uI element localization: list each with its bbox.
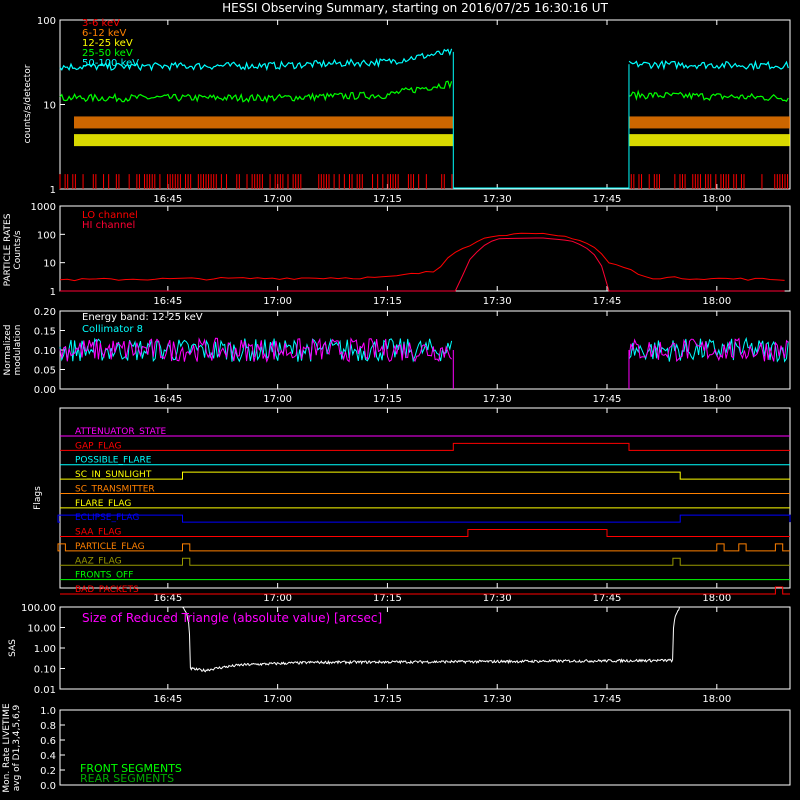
y-axis-label: Mon. Rate LIVETIME (2, 703, 12, 793)
flag-line (60, 529, 790, 538)
counts-12-25-band (74, 134, 454, 147)
flag-line (60, 471, 790, 480)
counts-12-25-band (628, 134, 790, 147)
x-tick-label: 17:00 (263, 694, 292, 705)
y-tick-label: 1.00 (34, 644, 56, 655)
flag-label: SAA_FLAG (75, 528, 121, 538)
y-axis-label: Flags (33, 486, 43, 510)
y-tick-label: 0.20 (34, 307, 56, 318)
y-tick-label: 10 (43, 101, 56, 112)
counts-6-12-band (628, 116, 790, 129)
flag-label: ATTENUATOR_STATE (75, 427, 167, 437)
y-axis-label: SAS (8, 639, 18, 657)
series-line (59, 80, 789, 104)
hessi-summary-plot: 16:45 17:00 17:15 17:30 17:45 18:00 1 10 100 coun… (0, 0, 800, 800)
x-tick-label: 17:30 (483, 694, 512, 705)
flag-label: ECLIPSE_FLAG (75, 513, 139, 523)
legend-entry: 50-100 keV (82, 58, 139, 69)
flag-line (57, 514, 791, 523)
y-tick-label: 0.10 (34, 665, 56, 676)
x-tick-label: 17:45 (593, 593, 622, 604)
flag-line (60, 442, 790, 451)
flag-label: GAP_FLAG (75, 441, 121, 451)
x-tick-label: 18:00 (702, 593, 731, 604)
y-tick-label: 0.05 (34, 366, 56, 377)
flag-label: PARTICLE_FLAG (75, 542, 145, 552)
flag-label: AAZ_FLAG (75, 556, 122, 566)
counts-6-12-band (74, 116, 454, 129)
flag-label: FRONTS_OFF (75, 571, 133, 581)
y-tick-label: 0.6 (40, 736, 56, 747)
x-tick-label: 17:00 (263, 394, 292, 405)
y-axis-label: PARTICLE RATES (3, 213, 13, 286)
y-tick-label: 10.00 (27, 624, 56, 635)
counts-panel-frame (59, 19, 791, 190)
x-tick-label: 17:15 (373, 194, 402, 205)
x-tick-label: 17:15 (373, 593, 402, 604)
y-axis-label: Counts/s (13, 230, 23, 269)
x-tick-label: 18:00 (702, 694, 731, 705)
x-tick-label: 17:30 (483, 194, 512, 205)
y-tick-label: 0.10 (34, 346, 56, 357)
x-tick-label: 17:45 (593, 394, 622, 405)
x-tick-label: 17:15 (373, 296, 402, 307)
x-tick-label: 17:00 (263, 296, 292, 307)
energy-band-label: Energy band: 12-25 keV (82, 312, 203, 323)
plot-canvas: 16:45 17:00 17:15 17:30 17:45 18:00 1 10 100 coun… (2, 1, 791, 793)
x-tick-label: 17:45 (593, 194, 622, 205)
y-tick-label: 100.00 (21, 603, 56, 614)
x-tick-label: 17:15 (373, 694, 402, 705)
y-tick-label: 10 (43, 259, 56, 270)
x-tick-label: 16:45 (153, 296, 182, 307)
flag-label: BAD_PACKETS (75, 585, 139, 595)
x-tick-label: 18:00 (702, 394, 731, 405)
x-tick-label: 17:45 (593, 296, 622, 307)
flag-label: SC_IN_SUNLIGHT (75, 470, 152, 480)
y-tick-label: 100 (37, 230, 56, 241)
flag-line (57, 543, 790, 552)
y-axis-label: modulation (13, 325, 23, 376)
x-tick-label: 17:30 (483, 593, 512, 604)
series-line (60, 237, 785, 292)
y-axis-label: counts/s/detector (23, 64, 33, 143)
series-line (59, 337, 789, 363)
y-tick-label: 0.00 (34, 385, 56, 396)
x-tick-label: 16:45 (153, 194, 182, 205)
y-axis-label: Normalized (3, 324, 13, 375)
flag-label: POSSIBLE_FLARE (75, 456, 152, 466)
x-tick-label: 18:00 (702, 296, 731, 307)
series-line (59, 48, 789, 72)
flag-label: FLARE_FLAG (75, 499, 131, 509)
y-tick-label: 0.15 (34, 327, 56, 338)
y-tick-label: 0.01 (34, 685, 56, 696)
plot-title: HESSI Observing Summary, starting on 201… (222, 1, 608, 15)
x-tick-label: 16:45 (153, 694, 182, 705)
y-tick-label: 1 (50, 287, 56, 298)
legend-entry: HI channel (82, 220, 135, 231)
x-tick-label: 18:00 (702, 194, 731, 205)
flag-line (60, 557, 790, 566)
x-tick-label: 16:45 (153, 394, 182, 405)
series-line (59, 232, 785, 282)
y-tick-label: 0.2 (40, 766, 56, 777)
y-tick-label: 1.0 (40, 706, 56, 717)
y-tick-label: 100 (37, 16, 56, 27)
y-tick-label: 0.4 (40, 751, 56, 762)
x-tick-label: 17:00 (263, 194, 292, 205)
y-tick-label: 1 (50, 185, 56, 196)
legend-entry: Collimator 8 (82, 324, 143, 335)
x-tick-label: 17:30 (483, 394, 512, 405)
flag-label: SC_TRANSMITTER (75, 484, 155, 494)
y-tick-label: 1000 (31, 202, 56, 213)
y-axis-label: avg of D1,3,4,5,6,9 (12, 704, 22, 791)
x-tick-label: 16:45 (153, 593, 182, 604)
y-tick-label: 0.0 (40, 781, 56, 792)
x-tick-label: 17:30 (483, 296, 512, 307)
x-tick-label: 17:15 (373, 394, 402, 405)
x-tick-label: 17:00 (263, 593, 292, 604)
legend-entry: REAR SEGMENTS (80, 772, 174, 785)
sas-title: Size of Reduced Triangle (absolute value… (82, 611, 382, 625)
x-tick-label: 17:45 (593, 694, 622, 705)
y-tick-label: 0.8 (40, 721, 56, 732)
